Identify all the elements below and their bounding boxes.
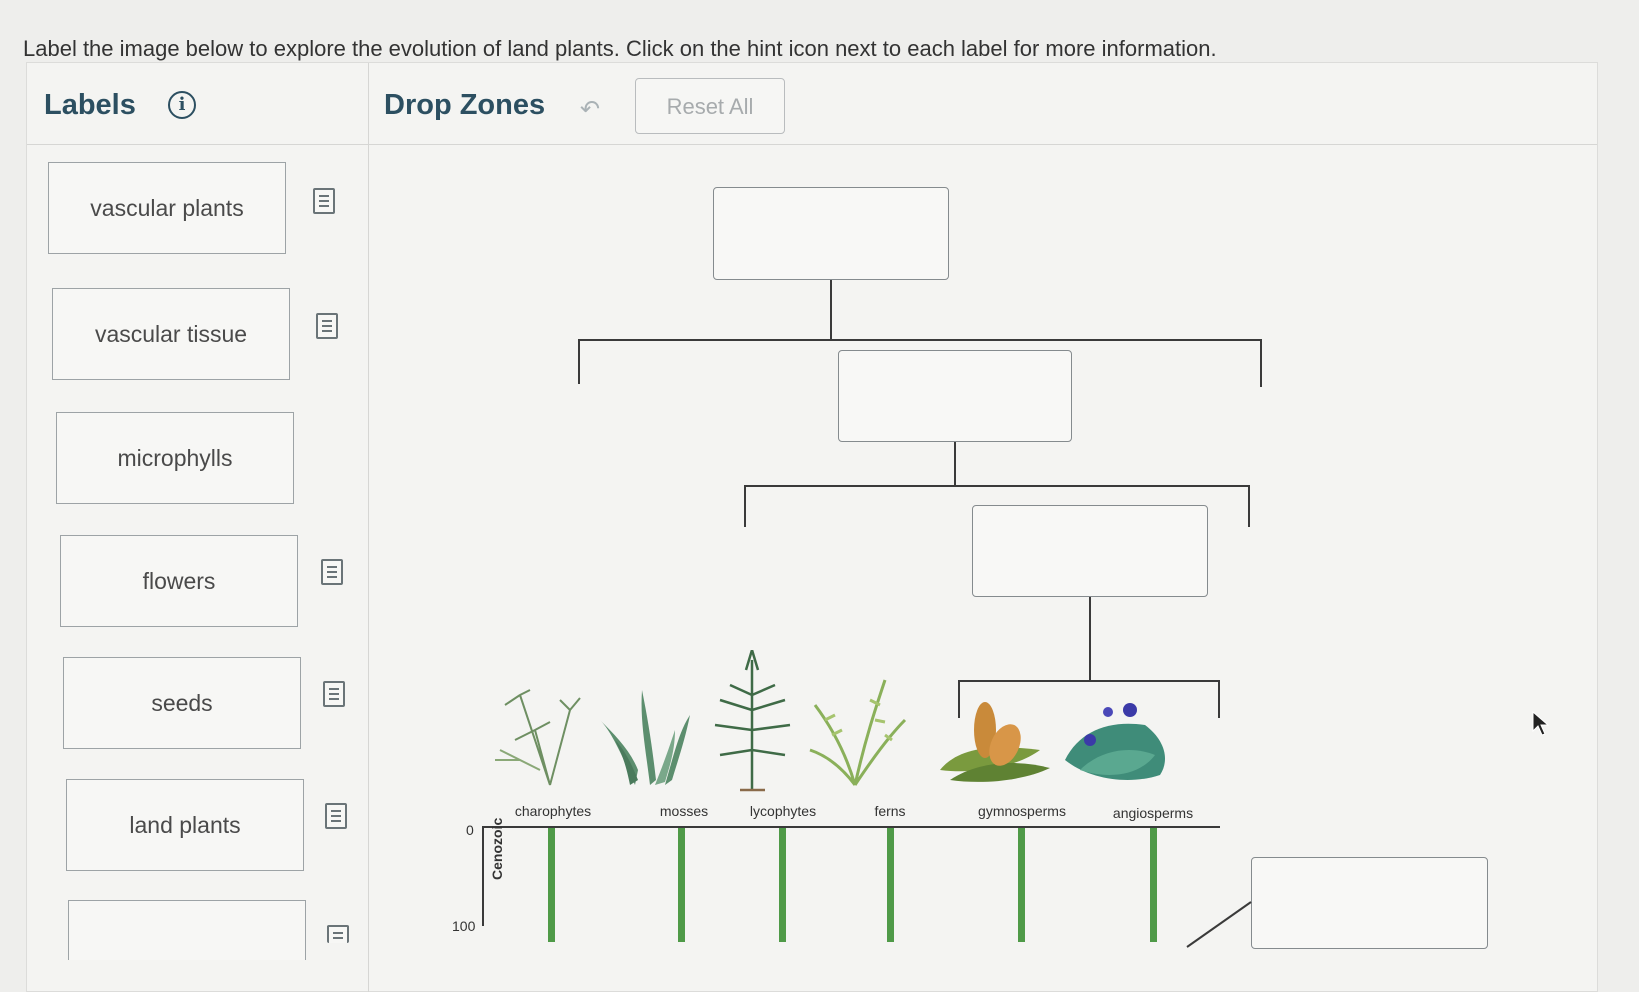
label-card-vascular-tissue[interactable]: vascular tissue — [52, 288, 290, 380]
timeline-bar-gymnosperms — [1018, 828, 1025, 942]
label-text: flowers — [142, 567, 216, 594]
timeline-bar-lycophytes — [779, 828, 786, 942]
mouse-cursor-icon — [1532, 711, 1550, 736]
label-card-land-plants[interactable]: land plants — [66, 779, 304, 871]
drop-zone-1[interactable] — [713, 187, 949, 280]
document-hint-icon[interactable] — [323, 681, 345, 707]
era-label-cenozoic: Cenozoic — [489, 817, 505, 880]
drop-zone-2[interactable] — [838, 350, 1072, 442]
document-hint-icon[interactable] — [325, 803, 347, 829]
gymnosperms-illustration — [940, 702, 1050, 782]
tree-branch — [578, 339, 580, 384]
label-card-partial[interactable] — [68, 900, 306, 960]
plant-label-gymnosperms: gymnosperms — [978, 803, 1066, 819]
panel-header: Labels i Drop Zones ↶ Reset All — [27, 63, 1597, 145]
plant-label-lycophytes: lycophytes — [749, 803, 817, 819]
plant-illustrations — [495, 650, 1165, 792]
timeline-bar-ferns — [887, 828, 894, 942]
tree-branch — [744, 485, 1250, 487]
tree-branch — [578, 339, 1262, 341]
label-card-microphylls[interactable]: microphylls — [56, 412, 294, 504]
reset-all-button[interactable]: Reset All — [635, 78, 785, 134]
timeline-axis — [482, 826, 484, 926]
document-hint-icon[interactable] — [327, 925, 349, 943]
drop-zone-3[interactable] — [972, 505, 1208, 597]
tree-branch — [744, 485, 746, 527]
angiosperms-illustration — [1065, 703, 1165, 780]
charophytes-illustration — [495, 689, 581, 786]
timeline-bar-angiosperms — [1150, 828, 1157, 942]
tree-branch — [1260, 339, 1262, 387]
label-card-seeds[interactable]: seeds — [63, 657, 301, 749]
document-hint-icon[interactable] — [321, 559, 343, 585]
mosses-illustration — [600, 690, 690, 785]
label-text: seeds — [151, 689, 213, 716]
tree-branch — [830, 280, 832, 340]
info-circle-icon[interactable]: i — [168, 91, 196, 119]
plant-label-ferns: ferns — [874, 803, 906, 819]
ferns-illustration — [809, 679, 907, 786]
connector-line — [1186, 901, 1252, 948]
plant-label-angiosperms: angiosperms — [1112, 805, 1194, 821]
label-text: microphylls — [117, 444, 233, 471]
drop-zone-4[interactable] — [1251, 857, 1488, 949]
panel-divider — [368, 63, 369, 992]
timeline-bar-mosses — [678, 828, 685, 942]
plant-label-charophytes: charophytes — [514, 803, 592, 819]
instructions-text: Label the image below to explore the evo… — [23, 36, 1217, 61]
label-card-flowers[interactable]: flowers — [60, 535, 298, 627]
labels-title: Labels — [44, 89, 136, 121]
axis-tick-100: 100 — [452, 918, 476, 934]
label-card-vascular-plants[interactable]: vascular plants — [48, 162, 286, 254]
undo-arrow-icon[interactable]: ↶ — [580, 95, 600, 124]
label-text: vascular tissue — [94, 320, 248, 347]
tree-branch — [1248, 485, 1250, 527]
document-hint-icon[interactable] — [316, 313, 338, 339]
label-text: vascular plants — [90, 194, 244, 221]
tree-branch — [954, 442, 956, 486]
drop-zones-title: Drop Zones — [384, 89, 546, 121]
document-hint-icon[interactable] — [313, 188, 335, 214]
timeline-bar-charophytes — [548, 828, 555, 942]
timeline-top-line — [482, 826, 1220, 828]
lycophytes-illustration — [714, 650, 791, 792]
axis-tick-0: 0 — [466, 822, 474, 838]
label-text: land plants — [129, 811, 241, 838]
